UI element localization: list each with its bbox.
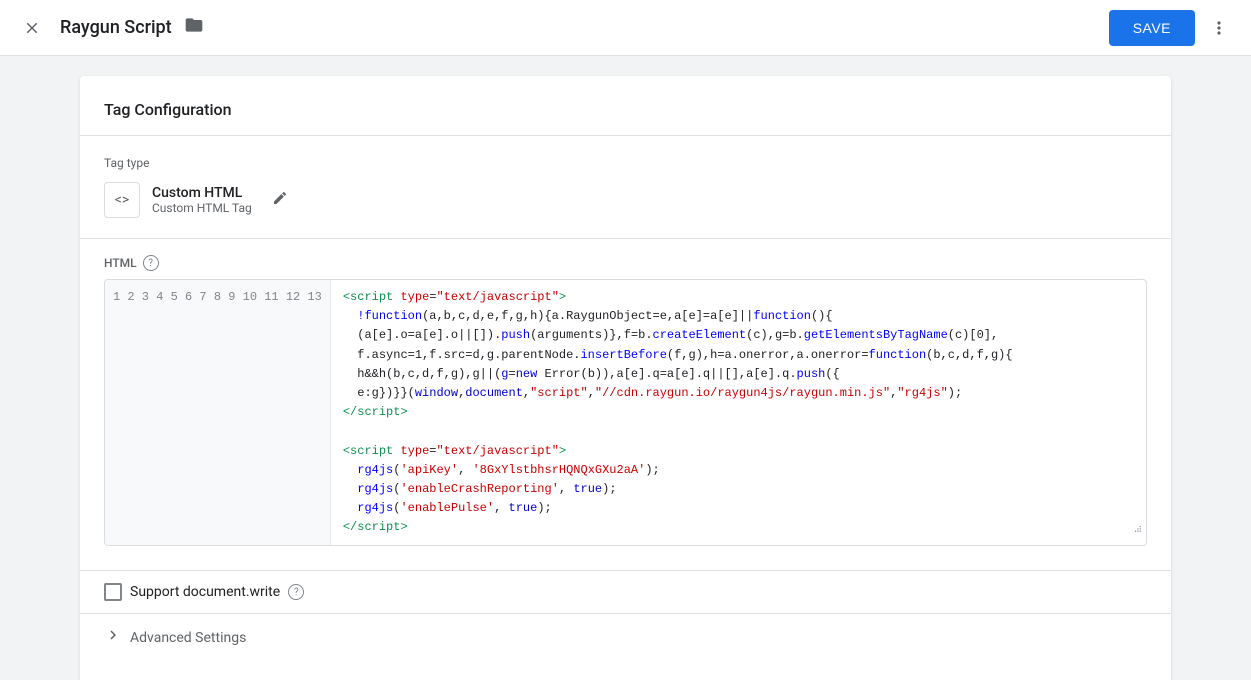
tag-info: Custom HTML Custom HTML Tag [152,185,252,215]
html-section: HTML ? 1 2 3 4 5 6 7 8 9 10 11 12 13 <sc… [80,238,1171,570]
tag-configuration-card: Tag Configuration Tag type <> Custom HTM… [80,76,1171,680]
toolbar-left: Raygun Script [16,12,204,44]
toolbar: Raygun Script SAVE [0,0,1251,56]
content-area: Tag Configuration Tag type <> Custom HTM… [0,56,1251,680]
tag-type-row: <> Custom HTML Custom HTML Tag [104,182,1147,218]
advanced-settings-section[interactable]: Advanced Settings [80,613,1171,661]
save-button[interactable]: SAVE [1109,10,1195,46]
close-button[interactable] [16,12,48,44]
code-lines-container: 1 2 3 4 5 6 7 8 9 10 11 12 13 <script ty… [105,280,1146,545]
more-options-button[interactable] [1203,12,1235,44]
tag-type-section: Tag type <> Custom HTML Custom HTML Tag [80,136,1171,238]
toolbar-right: SAVE [1109,10,1235,46]
support-document-write-label: Support document.write [130,584,280,600]
page-title: Raygun Script [60,17,172,38]
folder-icon[interactable] [184,15,204,40]
card-title: Tag Configuration [80,100,1171,136]
line-numbers: 1 2 3 4 5 6 7 8 9 10 11 12 13 [105,280,331,545]
support-document-write-section: Support document.write ? [80,570,1171,613]
edit-icon[interactable] [272,190,288,210]
html-label: HTML [104,256,137,270]
tag-type-name: Custom HTML [152,185,252,201]
advanced-settings-label: Advanced Settings [130,630,246,646]
support-help-icon[interactable]: ? [288,584,304,600]
resize-handle-icon[interactable] [1128,519,1142,541]
html-help-icon[interactable]: ? [143,255,159,271]
tag-type-sub: Custom HTML Tag [152,201,252,215]
chevron-right-icon [104,626,122,649]
code-content[interactable]: <script type="text/javascript"> !functio… [331,280,1146,545]
custom-html-icon: <> [104,182,140,218]
support-document-write-checkbox[interactable] [104,583,122,601]
code-editor[interactable]: 1 2 3 4 5 6 7 8 9 10 11 12 13 <script ty… [104,279,1147,546]
html-label-row: HTML ? [104,255,1147,271]
tag-type-label: Tag type [104,156,1147,170]
